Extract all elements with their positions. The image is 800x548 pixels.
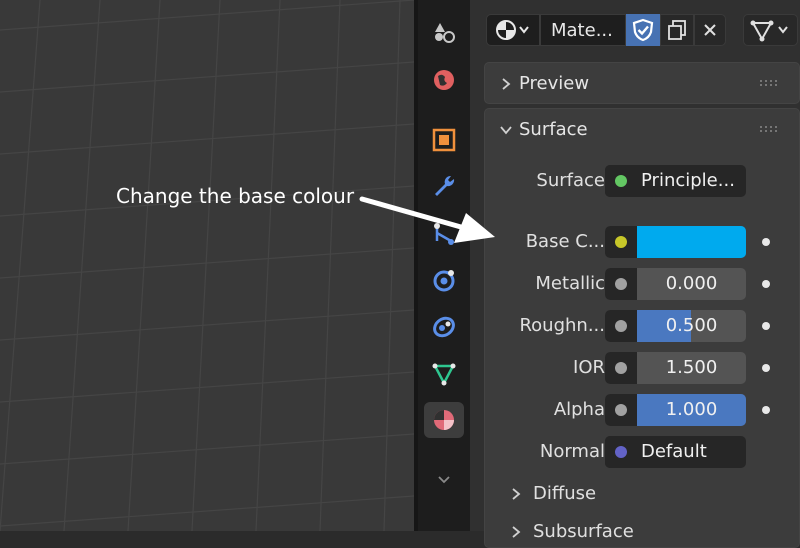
- surface-panel: Surface Surface Principle... Base C... M…: [484, 108, 800, 548]
- tab-material[interactable]: [424, 402, 464, 438]
- alpha-row: Alpha 1.000: [485, 394, 800, 426]
- preview-label: Preview: [519, 73, 590, 94]
- socket-dot-icon: [615, 362, 627, 374]
- socket-dot-icon: [615, 404, 627, 416]
- socket-dot-icon: [615, 446, 627, 458]
- normal-row: Normal Default: [485, 436, 800, 468]
- annotation-arrow-icon: [359, 196, 495, 243]
- object-data-icon: [432, 363, 456, 386]
- alpha-value: 1.000: [665, 399, 718, 420]
- ior-row: IOR 1.500: [485, 352, 800, 384]
- surface-shader-label: Surface: [536, 170, 605, 191]
- keyframe-dot-icon[interactable]: [762, 322, 770, 330]
- material-sphere-icon: [496, 20, 529, 40]
- normal-field[interactable]: Default: [605, 436, 746, 468]
- surface-header[interactable]: Surface: [499, 119, 588, 140]
- socket-dot-icon: [615, 320, 627, 332]
- keyframe-dot-icon[interactable]: [762, 238, 770, 246]
- alpha-slider[interactable]: 1.000: [605, 394, 746, 426]
- subsurface-subpanel-header[interactable]: Subsurface: [509, 521, 634, 542]
- browse-material-button[interactable]: [486, 14, 540, 46]
- keyframe-dot-icon[interactable]: [762, 364, 770, 372]
- mesh-data-icon: [750, 20, 788, 42]
- drag-grip-icon[interactable]: [759, 79, 779, 87]
- copy-icon: [668, 20, 686, 40]
- physics-icon: [433, 270, 455, 292]
- base-color-label: Base C...: [525, 231, 605, 252]
- surface-shader-row: Surface Principle...: [485, 165, 800, 197]
- properties-panel: Mate... Preview Surface Surface Principl…: [470, 0, 800, 548]
- roughness-label: Roughn...: [519, 315, 605, 336]
- tab-world[interactable]: [426, 62, 462, 98]
- normal-value: Default: [641, 441, 707, 462]
- tab-object-data[interactable]: [426, 356, 462, 392]
- metallic-label: Metallic: [535, 273, 605, 294]
- keyframe-dot-icon[interactable]: [762, 406, 770, 414]
- ior-label: IOR: [573, 357, 605, 378]
- roughness-row: Roughn... 0.500: [485, 310, 800, 342]
- subsurface-label: Subsurface: [533, 521, 634, 542]
- socket[interactable]: [605, 268, 637, 300]
- base-color-swatch[interactable]: [637, 226, 746, 258]
- preview-header[interactable]: Preview: [499, 73, 589, 94]
- chevron-right-icon: [512, 525, 521, 538]
- socket[interactable]: [605, 352, 637, 384]
- annotation-text: Change the base colour: [116, 184, 355, 208]
- socket[interactable]: [605, 165, 637, 197]
- tab-scene[interactable]: [426, 14, 462, 50]
- fake-user-button[interactable]: [626, 14, 660, 46]
- tab-physics[interactable]: [426, 262, 462, 298]
- metallic-value: 0.000: [665, 273, 718, 294]
- chevron-down-icon[interactable]: [436, 472, 452, 488]
- socket-dot-icon: [615, 236, 627, 248]
- duplicate-material-button[interactable]: [660, 14, 694, 46]
- socket[interactable]: [605, 226, 637, 258]
- ior-value: 1.500: [665, 357, 718, 378]
- unlink-material-button[interactable]: [694, 14, 726, 46]
- preview-panel[interactable]: Preview: [484, 62, 800, 104]
- shield-icon: [632, 18, 654, 42]
- object-icon: [432, 128, 456, 152]
- surface-shader-field[interactable]: Principle...: [605, 165, 746, 197]
- ior-field[interactable]: 1.500: [605, 352, 746, 384]
- link-mode-button[interactable]: [743, 14, 798, 46]
- material-header: Mate...: [470, 8, 800, 54]
- diffuse-subpanel-header[interactable]: Diffuse: [509, 483, 596, 504]
- tab-constraints[interactable]: [426, 308, 462, 344]
- tab-object[interactable]: [426, 122, 462, 158]
- keyframe-dot-icon[interactable]: [762, 280, 770, 288]
- material-icon: [434, 410, 454, 430]
- diffuse-label: Diffuse: [533, 483, 597, 504]
- properties-tabs: [418, 0, 470, 531]
- base-color-row: Base C...: [485, 226, 800, 258]
- socket-dot-icon: [615, 278, 627, 290]
- roughness-slider[interactable]: 0.500: [605, 310, 746, 342]
- 3d-viewport[interactable]: Change the base colour: [0, 0, 414, 531]
- metallic-slider[interactable]: 0.000: [605, 268, 746, 300]
- metallic-row: Metallic 0.000: [485, 268, 800, 300]
- normal-label: Normal: [539, 441, 605, 462]
- chevron-right-icon: [512, 487, 521, 500]
- material-name-field[interactable]: Mate...: [540, 14, 626, 46]
- constraints-icon: [433, 316, 455, 338]
- base-color-field[interactable]: [605, 226, 746, 258]
- socket[interactable]: [605, 436, 637, 468]
- alpha-label: Alpha: [553, 399, 605, 420]
- socket-dot-icon: [615, 175, 627, 187]
- chevron-right-icon: [502, 77, 511, 90]
- close-icon: [704, 24, 716, 36]
- drag-grip-icon[interactable]: [759, 125, 779, 133]
- socket[interactable]: [605, 394, 637, 426]
- roughness-value: 0.500: [665, 315, 718, 336]
- world-icon: [434, 70, 454, 90]
- chevron-down-icon: [500, 125, 512, 134]
- surface-panel-label: Surface: [519, 119, 588, 140]
- socket[interactable]: [605, 310, 637, 342]
- viewport-grid: [0, 0, 414, 531]
- scene-icon: [435, 23, 455, 43]
- surface-shader-value: Principle...: [641, 170, 735, 191]
